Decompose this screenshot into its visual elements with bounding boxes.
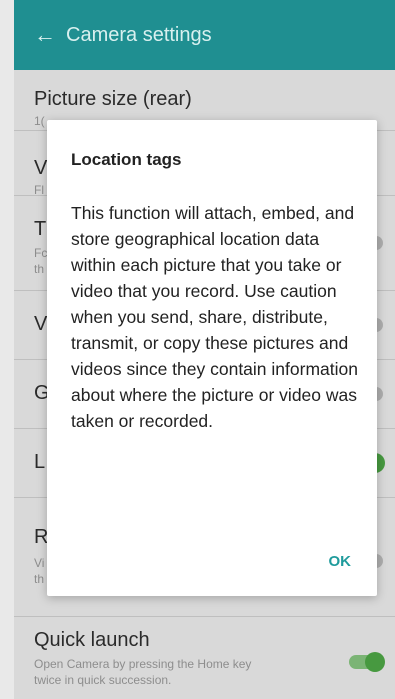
app-bar-title: Camera settings <box>66 23 212 46</box>
ok-button[interactable]: OK <box>329 553 352 570</box>
back-arrow-icon[interactable]: ← <box>34 24 56 46</box>
dialog-title: Location tags <box>71 150 182 169</box>
dialog-message: This function will attach, embed, and st… <box>71 203 358 431</box>
app-bar: ← Camera settings <box>14 0 395 70</box>
location-tags-dialog: Location tags This function will attach,… <box>47 120 377 596</box>
